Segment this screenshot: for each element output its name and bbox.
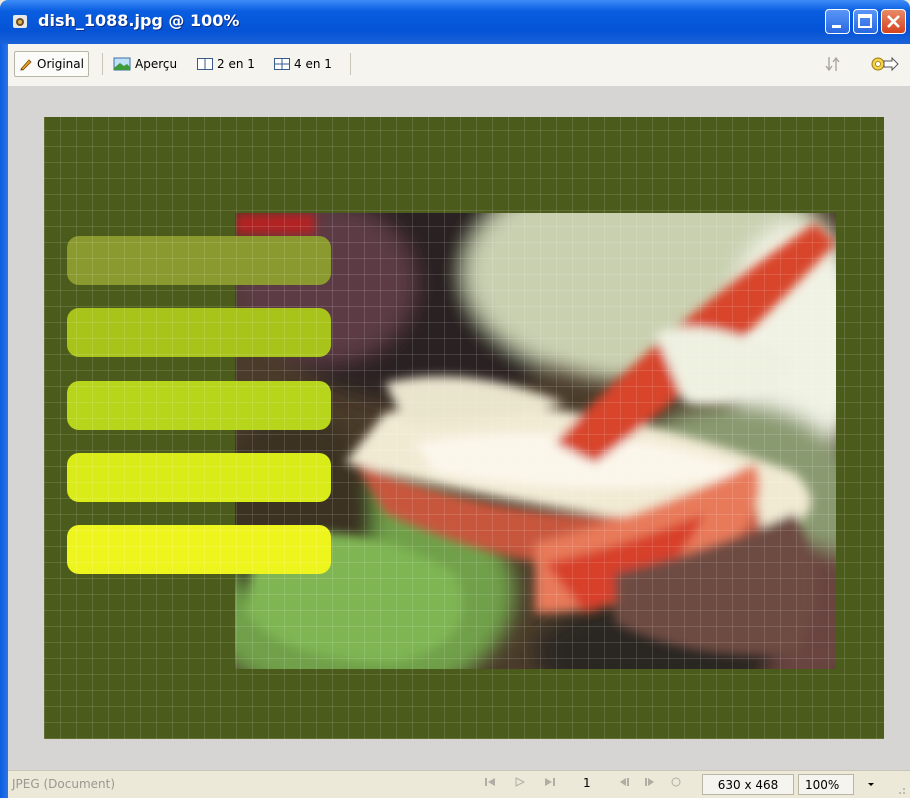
color-bar xyxy=(67,308,331,357)
image-canvas[interactable] xyxy=(44,117,884,739)
minimize-button[interactable] xyxy=(825,9,850,34)
color-bar xyxy=(67,525,331,574)
last-frame-button[interactable] xyxy=(544,776,556,791)
quick-export-button[interactable] xyxy=(820,51,848,77)
image-window: dish_1088.jpg @ 100% Original Aperçu 2 e… xyxy=(0,0,910,798)
window-frame xyxy=(0,44,8,798)
maximize-icon xyxy=(858,14,872,28)
two-up-view-label: 2 en 1 xyxy=(217,57,255,71)
document-workspace xyxy=(8,86,910,770)
two-up-icon xyxy=(197,58,213,70)
pencil-icon xyxy=(20,59,32,71)
play-button[interactable] xyxy=(514,776,526,791)
original-view-button[interactable]: Original xyxy=(14,51,89,77)
frame-number: 1 xyxy=(583,776,591,790)
chevron-down-icon xyxy=(868,783,874,786)
zoom-level[interactable]: 100% xyxy=(798,774,854,795)
close-button[interactable] xyxy=(881,9,906,34)
minimize-icon xyxy=(832,25,841,28)
color-bar xyxy=(67,381,331,430)
key-arrow-icon xyxy=(871,56,899,72)
close-icon xyxy=(887,15,900,28)
status-bar: JPEG (Document) 1 630 x 468 100% xyxy=(8,770,910,798)
four-up-icon xyxy=(274,58,290,70)
fireworks-doc-icon xyxy=(13,15,27,28)
color-bar xyxy=(67,236,331,285)
next-frame-button[interactable] xyxy=(644,776,656,791)
color-bar xyxy=(67,453,331,502)
two-up-view-button[interactable]: 2 en 1 xyxy=(193,51,259,77)
apercu-view-button[interactable]: Aperçu xyxy=(109,51,181,77)
first-frame-icon xyxy=(485,778,495,786)
previous-frame-button[interactable] xyxy=(618,776,630,791)
optimize-button[interactable] xyxy=(866,51,904,77)
four-up-view-label: 4 en 1 xyxy=(294,57,332,71)
first-frame-button[interactable] xyxy=(484,776,496,791)
previous-frame-icon xyxy=(620,778,629,786)
preview-image-icon xyxy=(113,57,131,71)
last-frame-icon xyxy=(545,778,555,786)
document-type: JPEG (Document) xyxy=(12,777,116,791)
export-arrows-icon xyxy=(825,56,840,72)
next-frame-icon xyxy=(645,778,654,786)
loop-icon xyxy=(671,777,681,787)
apercu-view-label: Aperçu xyxy=(135,57,178,71)
view-toolbar: Original Aperçu 2 en 1 4 en 1 xyxy=(8,44,910,87)
play-icon xyxy=(515,777,526,787)
resize-grip[interactable] xyxy=(894,783,906,798)
four-up-view-button[interactable]: 4 en 1 xyxy=(270,51,336,77)
toolbar-separator xyxy=(102,53,103,75)
title-bar[interactable]: dish_1088.jpg @ 100% xyxy=(0,0,910,44)
window-title: dish_1088.jpg @ 100% xyxy=(38,11,240,30)
original-view-label: Original xyxy=(37,57,84,71)
resize-grip-icon xyxy=(899,788,905,794)
maximize-button[interactable] xyxy=(853,9,878,34)
toolbar-separator xyxy=(350,53,351,75)
image-dimensions[interactable]: 630 x 468 xyxy=(702,774,794,795)
loop-button[interactable] xyxy=(670,776,682,791)
zoom-dropdown-button[interactable] xyxy=(866,778,876,792)
